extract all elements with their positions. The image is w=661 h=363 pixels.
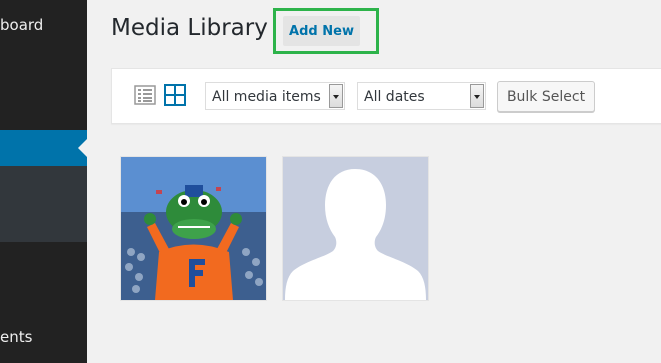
date-filter-value: All dates	[364, 89, 425, 105]
date-filter[interactable]: All dates	[357, 82, 486, 110]
chevron-down-icon[interactable]	[470, 84, 484, 108]
chevron-down-icon[interactable]	[329, 84, 343, 108]
media-item-gator-photo[interactable]	[121, 157, 266, 300]
media-library-screen: board ents Media Library Add New All med…	[0, 0, 661, 363]
sidebar-item-comments[interactable]: ents	[0, 326, 87, 350]
bulk-select-button[interactable]: Bulk Select	[497, 81, 595, 112]
sidebar-submenu	[0, 166, 87, 242]
media-type-filter-value: All media items	[212, 89, 321, 105]
page-title: Media Library	[111, 15, 268, 41]
media-toolbar: All media items All dates Bulk Select	[111, 68, 661, 124]
sidebar-item-media-active[interactable]	[0, 130, 87, 166]
add-new-button[interactable]: Add New	[283, 16, 360, 46]
media-type-filter[interactable]: All media items	[205, 82, 345, 110]
sidebar-item-dashboard[interactable]: board	[0, 14, 87, 38]
admin-sidebar: board ents	[0, 0, 87, 363]
media-item-default-avatar[interactable]	[283, 157, 428, 300]
active-indicator-arrow	[78, 139, 87, 157]
grid-view-icon[interactable]	[164, 84, 186, 106]
sidebar-item-label: ents	[0, 328, 33, 346]
list-view-icon[interactable]	[134, 84, 156, 106]
sidebar-item-label: board	[0, 16, 44, 34]
